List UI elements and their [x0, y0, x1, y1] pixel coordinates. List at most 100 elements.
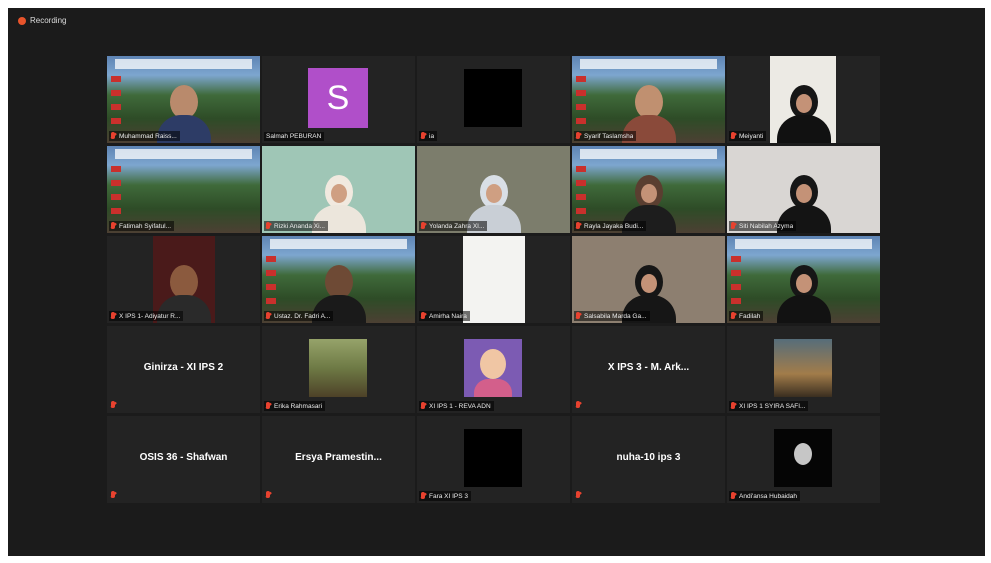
participant-name-center: Ginirza - XI IPS 2 [143, 362, 224, 373]
participant-video [776, 81, 831, 143]
participant-name: Amirha Naira [429, 312, 467, 320]
participant-name-tag: Rizki Ananda Xi... [264, 221, 328, 231]
participant-tile[interactable]: Ersya Pramestin... [262, 416, 415, 503]
participant-tile[interactable]: Fatimah Syifatul... [107, 146, 260, 233]
mic-muted-icon [576, 312, 581, 320]
mic-muted-icon [576, 132, 581, 140]
mic-muted-icon [421, 492, 426, 500]
mic-muted-icon [111, 222, 116, 230]
participant-tile[interactable]: X IPS 3 - M. Ark... [572, 326, 725, 413]
mic-muted-icon [421, 402, 426, 410]
participant-name-tag: Andi'ansa Hubaidah [729, 491, 800, 501]
mic-muted-icon [111, 401, 116, 409]
participant-tile[interactable]: Yolanda Zahra XI... [417, 146, 570, 233]
participant-name-tag: Fatimah Syifatul... [109, 221, 175, 231]
recording-label: Recording [30, 16, 67, 25]
participant-tile[interactable]: OSIS 36 - Shafwan [107, 416, 260, 503]
participant-name-tag: Amirha Naira [419, 311, 470, 321]
participant-name-tag: X IPS 1- Adiyatur R... [109, 311, 184, 321]
video-off-placeholder [464, 429, 522, 487]
mic-muted-icon [111, 491, 116, 499]
participant-name-tag: Yolanda Zahra XI... [419, 221, 488, 231]
participant-name-tag: Salsabila Marda Ga... [574, 311, 650, 321]
camera-feed [463, 236, 525, 323]
recording-dot-icon [18, 16, 26, 25]
participant-name: Syarif Taslamsha [584, 132, 634, 140]
participant-tile[interactable]: Andi'ansa Hubaidah [727, 416, 880, 503]
mic-muted-icon [731, 222, 736, 230]
participant-tile[interactable]: Syarif Taslamsha [572, 56, 725, 143]
mic-muted-icon [266, 222, 271, 230]
participant-tile[interactable]: ia [417, 56, 570, 143]
participant-name-tag: XI IPS 1 SYIRA SAFI... [729, 401, 809, 411]
mic-muted-icon [576, 222, 581, 230]
video-off-placeholder [464, 69, 522, 127]
mic-muted-icon [266, 402, 271, 410]
participant-name-tag: ia [419, 131, 438, 141]
virtual-background [107, 146, 260, 233]
participant-name-tag: Meiyanti [729, 131, 767, 141]
mic-muted-icon [576, 491, 581, 499]
participant-tile[interactable]: Salsabila Marda Ga... [572, 236, 725, 323]
participant-tile[interactable]: Fadilah [727, 236, 880, 323]
participant-name-center: Ersya Pramestin... [295, 452, 382, 463]
participant-tile[interactable]: Siti Nabilah Azyma [727, 146, 880, 233]
participant-name: Fatimah Syifatul... [119, 222, 172, 230]
participant-name-center: OSIS 36 - Shafwan [139, 452, 228, 463]
participant-name-tag: Syarif Taslamsha [574, 131, 637, 141]
participant-tile[interactable]: Rayla Jayaka Budi... [572, 146, 725, 233]
participant-name-tag: Fadilah [729, 311, 764, 321]
participant-name: ia [429, 132, 435, 140]
participant-name: Rayla Jayaka Budi... [584, 222, 644, 230]
participant-name-tag: XI IPS 1 - REVA ADN [419, 401, 494, 411]
participant-tile[interactable]: Fara XI IPS 3 [417, 416, 570, 503]
gallery-view: Muhammad Raiss... S Salmah PEBURAN ia Sy… [107, 56, 880, 503]
participant-tile[interactable]: Ustaz. Dr. Fadri A... [262, 236, 415, 323]
participant-name-tag: Ustaz. Dr. Fadri A... [264, 311, 334, 321]
participant-tile[interactable]: Rizki Ananda Xi... [262, 146, 415, 233]
participant-tile[interactable]: X IPS 1- Adiyatur R... [107, 236, 260, 323]
participant-name: Rizki Ananda Xi... [274, 222, 325, 230]
mic-muted-icon [576, 401, 581, 409]
profile-picture [309, 339, 367, 397]
mic-muted-icon [266, 312, 271, 320]
mic-muted-icon [731, 402, 736, 410]
participant-name: Meiyanti [739, 132, 764, 140]
participant-name-tag: Rayla Jayaka Budi... [574, 221, 647, 231]
participant-name-tag: Salmah PEBURAN [264, 132, 325, 141]
participant-name: Fadilah [739, 312, 761, 320]
mic-muted-icon [731, 132, 736, 140]
recording-indicator[interactable]: Recording [18, 16, 66, 25]
mic-muted-icon [421, 312, 426, 320]
profile-picture [464, 339, 522, 397]
participant-tile[interactable]: Muhammad Raiss... [107, 56, 260, 143]
participant-tile[interactable]: Amirha Naira [417, 236, 570, 323]
mic-muted-icon [421, 132, 426, 140]
participant-name: Erika Rahmasari [274, 402, 323, 410]
participant-name-tag: Fara XI IPS 3 [419, 491, 472, 501]
avatar: S [308, 68, 368, 128]
participant-tile[interactable]: XI IPS 1 - REVA ADN [417, 326, 570, 413]
participant-video [776, 261, 831, 323]
profile-picture [774, 339, 832, 397]
mic-muted-icon [731, 492, 736, 500]
mic-muted-icon [421, 222, 426, 230]
participant-name: Yolanda Zahra XI... [429, 222, 485, 230]
participant-name: Fara XI IPS 3 [429, 492, 469, 500]
mic-muted-icon [111, 312, 116, 320]
mic-muted-icon [111, 132, 116, 140]
participant-tile[interactable]: Meiyanti [727, 56, 880, 143]
participant-name: Ustaz. Dr. Fadri A... [274, 312, 331, 320]
participant-tile[interactable]: XI IPS 1 SYIRA SAFI... [727, 326, 880, 413]
participant-tile[interactable]: S Salmah PEBURAN [262, 56, 415, 143]
participant-name: Salsabila Marda Ga... [584, 312, 647, 320]
participant-tile[interactable]: Ginirza - XI IPS 2 [107, 326, 260, 413]
participant-name: Siti Nabilah Azyma [739, 222, 794, 230]
participant-tile[interactable]: nuha-10 ips 3 [572, 416, 725, 503]
participant-name-tag: Erika Rahmasari [264, 401, 326, 411]
participant-name: X IPS 1- Adiyatur R... [119, 312, 181, 320]
participant-name-center: nuha-10 ips 3 [616, 452, 681, 463]
participant-tile[interactable]: Erika Rahmasari [262, 326, 415, 413]
participant-name: XI IPS 1 - REVA ADN [429, 402, 491, 410]
participant-name-center: X IPS 3 - M. Ark... [607, 362, 690, 373]
